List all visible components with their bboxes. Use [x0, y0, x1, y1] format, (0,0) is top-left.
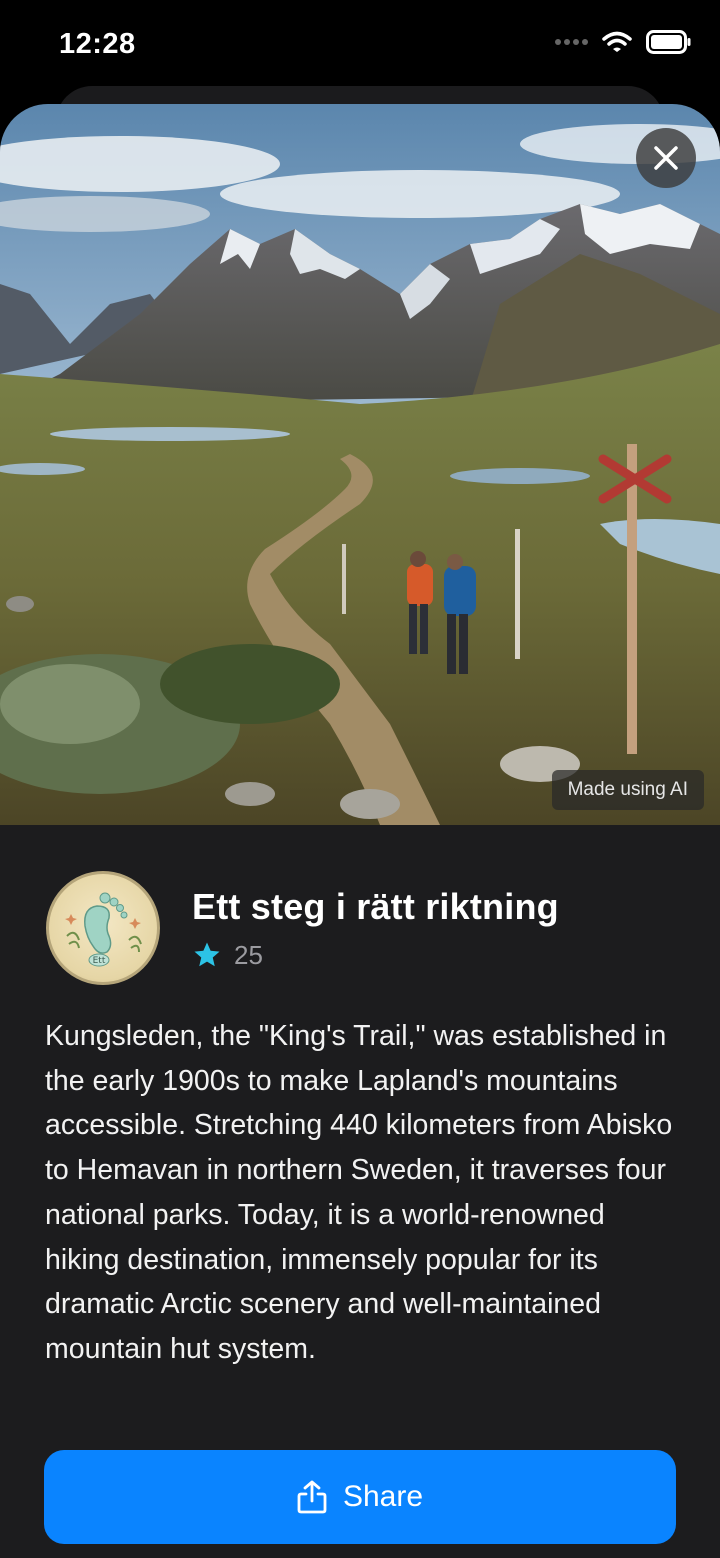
battery-icon — [646, 30, 691, 54]
rating: 25 — [192, 940, 559, 971]
achievement-sheet: Made using AI Ett Ett steg i rätt riktni… — [0, 104, 720, 1558]
close-icon — [654, 146, 678, 170]
close-button[interactable] — [636, 128, 696, 188]
share-label: Share — [342, 1480, 424, 1513]
share-button[interactable]: Share — [44, 1450, 676, 1544]
wifi-icon — [602, 31, 632, 52]
share-icon — [297, 1480, 327, 1514]
achievement-title: Ett steg i rätt riktning — [192, 885, 559, 927]
signal-dots-icon — [555, 39, 588, 45]
title-block: Ett steg i rätt riktning 25 — [192, 886, 559, 971]
achievement-description: Kungsleden, the "King's Trail," was esta… — [45, 1020, 673, 1365]
footprint-badge-icon: Ett — [46, 871, 160, 985]
badge-label: Ett — [93, 956, 106, 966]
achievement-header: Ett Ett steg i rätt riktning 25 — [46, 871, 559, 985]
status-time: 12:28 — [59, 28, 136, 60]
ai-generated-badge: Made using AI — [551, 770, 704, 810]
status-bar: 12:28 — [0, 0, 720, 90]
rating-count: 25 — [234, 939, 263, 970]
mountain-trail-hikers-photo — [0, 104, 720, 825]
star-icon — [194, 942, 220, 967]
status-icons — [554, 30, 692, 54]
footprint-icon: Ett — [65, 892, 142, 967]
hero-image: Made using AI — [0, 104, 720, 825]
